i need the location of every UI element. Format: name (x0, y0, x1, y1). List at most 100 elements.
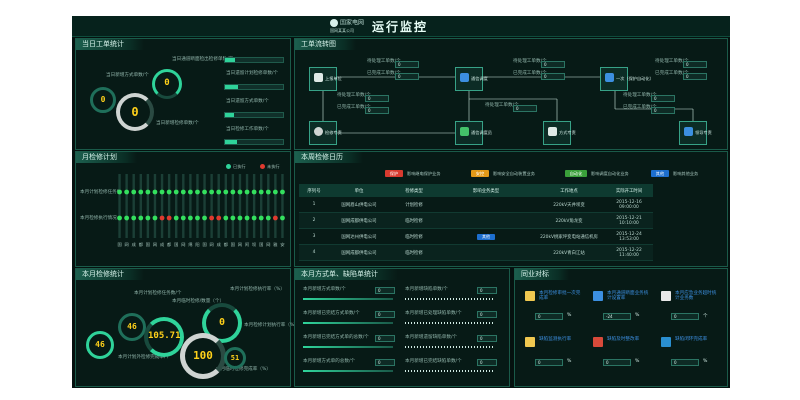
plan-dot-planned[interactable] (237, 189, 243, 195)
plan-col-label: 网 (125, 242, 129, 248)
plan-dot-planned[interactable] (124, 189, 130, 195)
panel-daily-orders: 当日工单统计 当日新增方式单数/个 当日通道断面检出检修单数/次 当日新增检修单… (75, 38, 291, 150)
plan-dot-executed[interactable] (251, 215, 257, 221)
plan-dot-planned[interactable] (180, 189, 186, 195)
method-track (303, 370, 393, 372)
plan-dot-planned[interactable] (138, 189, 144, 195)
legend-text-security: 影响安全自动装置业务 (493, 171, 535, 176)
plan-dot-planned[interactable] (272, 189, 278, 195)
plan-col-label: 都 (224, 242, 229, 248)
flow-node-maintenance[interactable]: 检修专责 (309, 121, 342, 145)
flow-node-protection[interactable]: 一次（保护自动化） (600, 67, 654, 91)
plan-dot-planned[interactable] (166, 189, 172, 195)
plan-dot-planned[interactable] (280, 189, 285, 195)
method-label: 本月新增方式单数/个 (303, 287, 346, 292)
panel-title: 同业对标 (515, 269, 569, 280)
plan-dot-planned[interactable] (195, 189, 200, 195)
cell: 4 (299, 244, 329, 261)
plan-dot-executed[interactable] (117, 215, 122, 221)
plan-dot-executed[interactable] (244, 215, 250, 221)
plan-dot-executed[interactable] (280, 215, 285, 221)
table-row[interactable]: 1 国网眉山供电公司 计划检修 220kV天井坝变 2015-12-16 09:00:0… (299, 197, 653, 213)
warning-icon (661, 337, 671, 347)
plan-dot-planned[interactable] (209, 189, 215, 195)
plan-dot-executed[interactable] (272, 215, 278, 221)
plan-dot-executed[interactable] (223, 215, 229, 221)
plan-dot-executed[interactable] (265, 215, 271, 221)
plan-dot-planned[interactable] (117, 189, 122, 195)
flow-node-dispatcher[interactable]: 通信调度员 (455, 121, 492, 145)
node-label: 上报单位 (325, 76, 342, 81)
daily-gauge-1-value: 0 (100, 95, 106, 104)
plan-col-label: 绵 (188, 241, 192, 248)
plan-dot-executed[interactable] (202, 215, 207, 221)
plan-dot-planned[interactable] (265, 189, 271, 195)
method-value: 0 (375, 335, 395, 342)
table-row[interactable]: 4 国网成都供电公司 临时检修 220kV青白江站 2015-12-22 11:40:0… (299, 244, 653, 261)
plan-dot-planned[interactable] (152, 189, 158, 195)
flow-node-reporting-unit[interactable]: 上报单位 (309, 67, 342, 91)
header-bar: 国家电网 国网某某公司 运行监控 (72, 16, 730, 37)
plan-dot-planned[interactable] (131, 189, 137, 195)
plan-dot-executed[interactable] (124, 215, 130, 221)
plan-dot-executed[interactable] (145, 215, 151, 221)
flow-pending-value-5: 0 (513, 105, 537, 112)
table-row[interactable]: 2 国网成都供电公司 临时检修 220kV角龙变 2015-12-21 10:10:00 (299, 212, 653, 229)
plan-dot-planned[interactable] (251, 189, 257, 195)
plan-dot-planned[interactable] (202, 189, 207, 195)
plan-dot-executed[interactable] (152, 215, 158, 221)
plan-dot-executed[interactable] (159, 215, 165, 221)
cell: 国网眉山供电公司 (329, 197, 389, 213)
daily-gauge-2: 0 (116, 93, 154, 131)
plan-dot-executed[interactable] (180, 215, 186, 221)
plan-dot-executed[interactable] (209, 215, 215, 221)
plan-row-label-2: 本月检修执行情况 (80, 216, 117, 221)
col-header: 序列号 (299, 184, 329, 197)
plan-dot-executed[interactable] (216, 215, 222, 221)
plan-dot-planned[interactable] (187, 189, 193, 195)
plan-dot-executed[interactable] (237, 215, 243, 221)
panel-method-defect: 本月方式单、缺陷单统计 本月新增方式单数/个 0 本月新增缺陷单数/个 0 本月新增已完… (294, 268, 510, 387)
plan-col-label: 阳 (195, 241, 199, 248)
table-row[interactable]: 3 国网达州供电公司 临时检修 其他 220kV桃家坪变电站通信机房 2015-12-24… (299, 228, 653, 245)
plan-dot-executed[interactable] (187, 215, 193, 221)
plan-dot-planned[interactable] (230, 189, 236, 195)
method-label: 本月新增方式单的总数/个 (303, 359, 356, 364)
plan-dot-executed[interactable] (131, 215, 137, 221)
plan-dot-executed[interactable] (173, 215, 179, 221)
logo: 国家电网 国网某某公司 (330, 19, 364, 34)
plan-col-label: 网 (238, 242, 242, 248)
chart-icon (525, 337, 535, 347)
plan-dot-executed[interactable] (258, 215, 264, 221)
plan-dot-executed[interactable] (138, 215, 144, 221)
plan-dot-executed[interactable] (166, 215, 172, 221)
flow-pending-value-3: 0 (683, 61, 707, 68)
method-track (405, 346, 495, 348)
stat-gauge-3: 105.71 (144, 317, 184, 357)
clipboard-icon (593, 337, 603, 347)
plan-dot-planned[interactable] (223, 189, 229, 195)
plan-dot-planned[interactable] (216, 189, 222, 195)
document-icon (548, 127, 557, 136)
indicator-label: 缺陷及时整改率 (607, 337, 640, 342)
plan-dot-planned[interactable] (173, 189, 179, 195)
plan-dot-executed[interactable] (230, 215, 236, 221)
daily-label-6: 当日检修工作单数/个 (226, 127, 269, 132)
plan-dot-executed[interactable] (195, 215, 200, 221)
building-icon (314, 73, 323, 82)
flow-node-comm-dispatch[interactable]: 通信调度 (455, 67, 488, 91)
plan-dot-planned[interactable] (258, 189, 264, 195)
indicator-value: 0 (671, 313, 699, 320)
flow-node-method[interactable]: 方式专责 (543, 121, 576, 145)
daily-bar-2-fill (225, 85, 238, 89)
plan-dot-planned[interactable] (159, 189, 165, 195)
plan-dot-planned[interactable] (244, 189, 250, 195)
indicator-label: 本月通道断面业务统计设置率 (607, 291, 649, 302)
plan-dot-planned[interactable] (145, 189, 151, 195)
gear-icon (661, 291, 671, 301)
indicator-value: 0 (535, 313, 563, 320)
flow-node-leader[interactable]: 领导专责 (679, 121, 712, 145)
node-label: 检修专责 (325, 130, 342, 135)
cell: 临时检修 (389, 244, 439, 261)
method-value: 0 (477, 335, 497, 342)
